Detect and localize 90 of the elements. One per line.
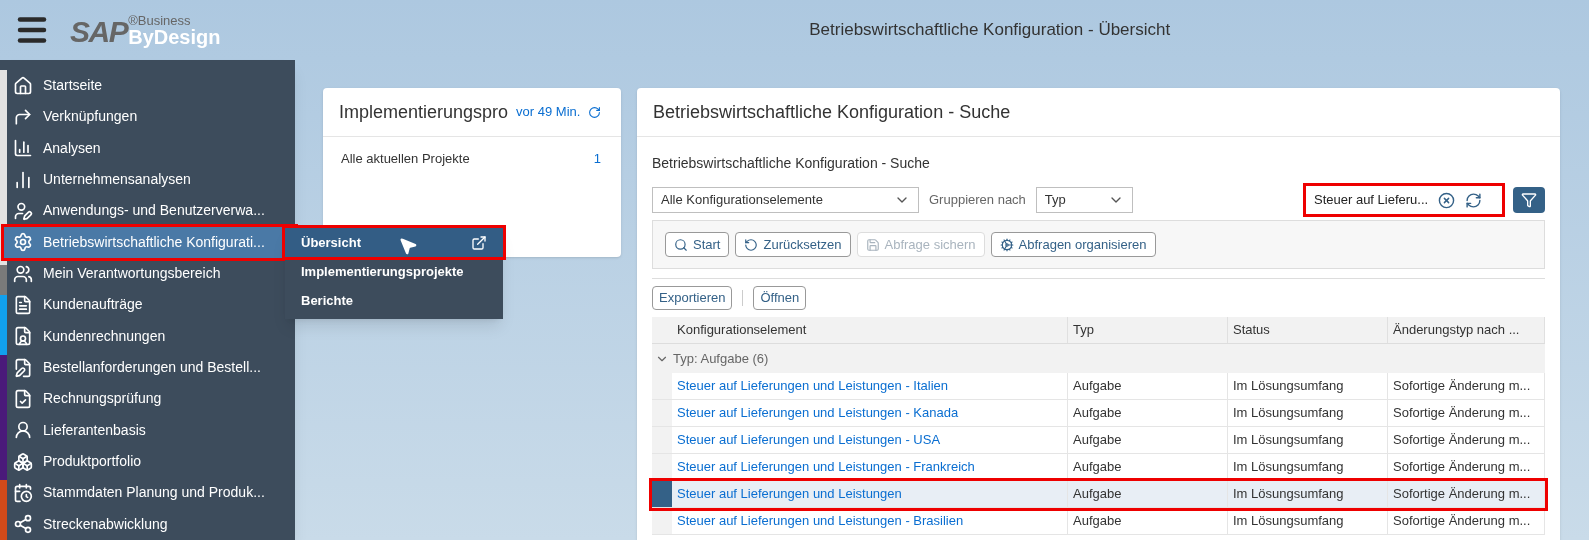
section-title: Betriebswirtschaftliche Konfiguration - Suche (652, 155, 930, 171)
document-check-icon (13, 388, 33, 409)
clear-icon[interactable] (1438, 191, 1456, 209)
group-by-dropdown[interactable]: Typ (1035, 187, 1133, 213)
project-count-link[interactable]: 1 (593, 149, 601, 169)
element-link[interactable]: Steuer auf Lieferungen und Leistungen - Italien (677, 376, 949, 396)
search-field[interactable]: Steuer auf Lieferu... (1303, 183, 1505, 217)
card-title: Implementierungspro (339, 100, 509, 124)
chart-icon (13, 138, 33, 159)
table-cell-text: Im Lösungsumfang (1233, 512, 1344, 531)
table-cell-text: Sofortige Änderung m... (1393, 377, 1531, 396)
search-icon (674, 237, 688, 252)
table-cell-text: Im Lösungsumfang (1233, 377, 1344, 396)
element-link[interactable]: Steuer auf Lieferungen und Leistungen - Brasilien (677, 511, 964, 531)
column-header[interactable]: Status (1228, 317, 1388, 343)
query-button[interactable]: Start (665, 232, 730, 257)
cubes-icon (13, 451, 33, 472)
document-pen-icon (13, 357, 33, 378)
page-title: Betriebswirtschaftliche Konfiguration - Übersicht (809, 19, 1171, 42)
table-cell-text: Sofortige Änderung m... (1393, 431, 1531, 450)
sidebar-item[interactable]: Analysen (7, 132, 295, 164)
card-title: Betriebswirtschaftliche Konfiguration - Suche (653, 100, 1011, 124)
filter-dropdown[interactable]: Alle Konfigurationselemente (652, 187, 919, 213)
column-header[interactable]: Typ (1068, 317, 1228, 343)
sidebar-item[interactable]: Lieferantenbasis (7, 414, 295, 446)
filter-button[interactable] (1513, 187, 1545, 213)
table-cell-text: Aufgabe (1073, 377, 1122, 396)
sidebar-item[interactable]: Rechnungsprüfung (7, 383, 295, 415)
table-cell-text: Im Lösungsumfang (1233, 458, 1344, 477)
document-icon (13, 294, 33, 315)
table-cell-text: Im Lösungsumfang (1233, 404, 1344, 423)
element-link[interactable]: Steuer auf Lieferungen und Leistungen (677, 484, 902, 504)
user-pen-icon (13, 200, 33, 221)
sidebar-item[interactable]: Startseite (7, 70, 295, 102)
person-icon (13, 420, 33, 441)
table-cell-text: Sofortige Änderung m... (1393, 485, 1531, 504)
element-link[interactable]: Steuer auf Lieferungen und Leistungen - USA (677, 430, 941, 450)
people-icon (13, 263, 33, 284)
timestamp: vor 49 Min. (516, 103, 581, 122)
curved-arrow-icon (13, 107, 33, 127)
query-button[interactable]: Zurücksetzen (735, 232, 851, 257)
table-row[interactable]: Steuer auf Lieferungen und Leistungen - Kanada Aufgabe Im Lösungsumfang Sofortige Änderung m... (652, 400, 1545, 427)
document-user-icon (13, 326, 33, 347)
project-row-label: Alle aktuellen Projekte (341, 150, 470, 168)
share-icon (13, 514, 33, 535)
mouse-cursor-icon (398, 236, 418, 256)
table-cell-text: Im Lösungsumfang (1233, 485, 1344, 504)
sidebar-item[interactable]: Anwendungs- und Benutzerverwa... (7, 195, 295, 227)
action-button[interactable]: Öffnen (753, 286, 807, 310)
refresh-icon[interactable] (588, 105, 602, 119)
reset-icon (744, 237, 759, 252)
sidebar-item[interactable]: Produktportfolio (7, 445, 295, 478)
column-header[interactable]: Änderungstyp nach ... (1388, 317, 1545, 343)
bar-chart-icon (13, 169, 33, 190)
save-icon (865, 237, 880, 252)
table-cell-text: Im Lösungsumfang (1233, 431, 1344, 450)
table-row[interactable]: Steuer auf Lieferungen und Leistungen Aufgabe Im Lösungsumfang Sofortige Änderung m... (652, 481, 1545, 508)
filter-icon (1521, 192, 1537, 208)
gears-icon (13, 232, 33, 253)
sidebar-item[interactable]: Streckenabwicklung (7, 508, 295, 540)
table-cell-text: Aufgabe (1073, 485, 1122, 504)
gears-icon (999, 237, 1014, 252)
query-button[interactable]: Abfragen organisieren (990, 232, 1156, 257)
flyout-item[interactable]: Übersicht (285, 228, 503, 257)
group-by-label: Gruppieren nach (929, 191, 1026, 210)
refresh-icon[interactable] (1465, 191, 1483, 209)
element-link[interactable]: Steuer auf Lieferungen und Leistungen - Kanada (677, 403, 959, 423)
table-row[interactable]: Steuer auf Lieferungen und Leistungen - Brasilien Aufgabe Im Lösungsumfang Sofortige Änderung m... (652, 508, 1545, 535)
column-header[interactable]: Konfigurationselement (672, 317, 1068, 343)
table-row[interactable]: Steuer auf Lieferungen und Leistungen - USA Aufgabe Im Lösungsumfang Sofortige Änderung m... (652, 427, 1545, 454)
sidebar-item[interactable]: Bestellanforderungen und Bestell... (7, 351, 295, 384)
table-cell-text: Aufgabe (1073, 404, 1122, 423)
table-cell-text: Aufgabe (1073, 458, 1122, 477)
sidebar-item[interactable]: Unternehmensanalysen (7, 164, 295, 196)
element-link[interactable]: Steuer auf Lieferungen und Leistungen - Frankreich (677, 457, 975, 477)
table-cell-text: Aufgabe (1073, 431, 1122, 450)
group-row[interactable]: Typ: Aufgabe (6) (652, 344, 1545, 373)
table-cell-text: Sofortige Änderung m... (1393, 404, 1531, 423)
table-row[interactable]: Steuer auf Lieferungen und Leistungen - Italien Aufgabe Im Lösungsumfang Sofortige Änderung m... (652, 373, 1545, 400)
table-cell-text: Aufgabe (1073, 512, 1122, 531)
calendar-clock-icon (13, 482, 33, 503)
sidebar-item[interactable]: Verknüpfungen (7, 101, 295, 133)
table-cell-text: Sofortige Änderung m... (1393, 512, 1531, 531)
new-window-icon[interactable] (471, 234, 487, 251)
sidebar-item[interactable]: Kundenrechnungen (7, 320, 295, 352)
action-button[interactable]: Exportieren (652, 286, 733, 310)
sidebar-item[interactable]: Stammdaten Planung und Produk... (7, 477, 295, 509)
home-icon (13, 75, 33, 96)
table-cell-text: Sofortige Änderung m... (1393, 458, 1531, 477)
flyout-item[interactable]: Implementierungsprojekte (285, 257, 503, 286)
